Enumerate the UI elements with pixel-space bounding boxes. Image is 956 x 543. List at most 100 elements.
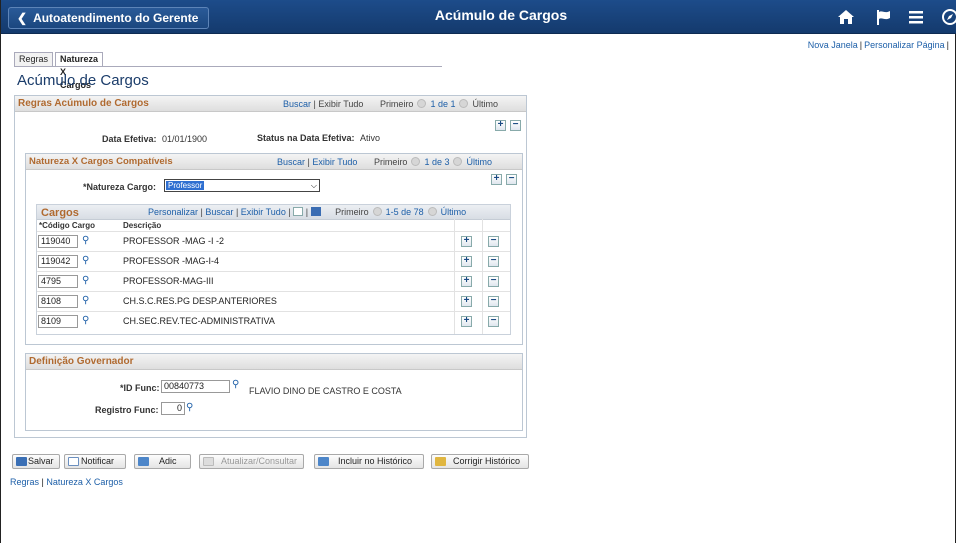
flag-icon[interactable] bbox=[874, 8, 892, 26]
effdt-value: 01/01/1900 bbox=[162, 134, 208, 144]
natureza-cargo-selected: Professor bbox=[166, 181, 205, 190]
save-icon bbox=[16, 457, 27, 466]
cargos-last-link[interactable]: Último bbox=[441, 207, 467, 217]
add-row-button[interactable]: + bbox=[461, 256, 472, 267]
status-value: Ativo bbox=[360, 133, 381, 143]
correct-history-icon bbox=[435, 457, 446, 466]
update-button-label: Atualizar/Consultar bbox=[221, 456, 298, 466]
regras-view-all[interactable]: Exibir Tudo bbox=[318, 99, 363, 109]
personalize-page-link[interactable]: Personalizar Página bbox=[864, 40, 945, 50]
natureza-view-all-link[interactable]: Exibir Tudo bbox=[312, 157, 357, 167]
include-history-button[interactable]: Incluir no Histórico bbox=[314, 454, 424, 469]
natureza-nav: Buscar | Exibir Tudo Primeiro 1 de 3 Últim… bbox=[277, 157, 492, 167]
top-banner: ❮ Autoatendimento do Gerente Acúmulo de C… bbox=[1, 0, 956, 34]
search-icon[interactable]: ⚲ bbox=[82, 255, 89, 266]
prev-icon[interactable] bbox=[411, 157, 421, 166]
governador-panel: Definição Governador *ID Func: 00840773 … bbox=[25, 353, 523, 431]
page-title: Acúmulo de Cargos bbox=[17, 72, 149, 89]
code-input[interactable]: 4795 bbox=[38, 275, 78, 288]
effdt-label: Data Efetiva: bbox=[102, 134, 157, 144]
download-spreadsheet-icon[interactable] bbox=[310, 207, 321, 216]
id-func-input[interactable]: 00840773 bbox=[161, 380, 230, 393]
separator: | bbox=[859, 40, 863, 50]
add-row-button[interactable]: + bbox=[461, 316, 472, 327]
back-button-label: Autoatendimento do Gerente bbox=[33, 11, 199, 25]
tab-underline bbox=[14, 66, 442, 67]
natureza-panel-title: Natureza X Cargos Compatíveis bbox=[29, 156, 173, 167]
id-func-label: *ID Func: bbox=[120, 383, 160, 393]
table-row: 4795 ⚲ PROFESSOR-MAG-III + − bbox=[37, 271, 510, 290]
add-row-button[interactable]: + bbox=[461, 296, 472, 307]
row-description: CH.SEC.REV.TEC-ADMINISTRATIVA bbox=[123, 316, 275, 326]
save-button[interactable]: Salvar bbox=[12, 454, 60, 469]
code-input[interactable]: 8109 bbox=[38, 315, 78, 328]
search-icon[interactable]: ⚲ bbox=[82, 315, 89, 326]
natureza-find-link[interactable]: Buscar bbox=[277, 157, 305, 167]
natureza-first-label: Primeiro bbox=[373, 157, 408, 167]
table-row: 8108 ⚲ CH.S.C.RES.PG DESP.ANTERIORES + − bbox=[37, 291, 510, 310]
separator: | bbox=[41, 477, 44, 487]
correct-history-button[interactable]: Corrigir Histórico bbox=[431, 454, 529, 469]
cargos-personalize-link[interactable]: Personalizar bbox=[148, 207, 198, 217]
search-icon[interactable]: ⚲ bbox=[82, 295, 89, 306]
cargos-view-all-link[interactable]: Exibir Tudo bbox=[241, 207, 286, 217]
code-input[interactable]: 119042 bbox=[38, 255, 78, 268]
search-icon[interactable]: ⚲ bbox=[82, 235, 89, 246]
governador-panel-title: Definição Governador bbox=[29, 356, 134, 367]
home-icon[interactable] bbox=[837, 8, 855, 26]
natureza-last-link[interactable]: Último bbox=[466, 157, 492, 167]
bottom-link-regras[interactable]: Regras bbox=[10, 477, 39, 487]
remove-row-button[interactable]: − bbox=[488, 296, 499, 307]
notify-button[interactable]: Notificar bbox=[64, 454, 126, 469]
cargos-find-link[interactable]: Buscar bbox=[205, 207, 233, 217]
notify-button-label: Notificar bbox=[81, 456, 115, 466]
search-icon[interactable]: ⚲ bbox=[82, 275, 89, 286]
tab-regras[interactable]: Regras bbox=[14, 52, 54, 67]
back-button[interactable]: ❮ Autoatendimento do Gerente bbox=[8, 7, 209, 29]
regras-find-link[interactable]: Buscar bbox=[283, 99, 311, 109]
add-row-button[interactable]: + bbox=[495, 120, 506, 131]
remove-row-button[interactable]: − bbox=[488, 236, 499, 247]
add-row-button[interactable]: + bbox=[491, 174, 502, 185]
prev-icon[interactable] bbox=[372, 207, 382, 216]
remove-row-button[interactable]: − bbox=[488, 276, 499, 287]
natureza-range: 1 de 3 bbox=[424, 157, 450, 167]
cargos-grid-header: Cargos Personalizar | Buscar | Exibir Tu… bbox=[37, 205, 510, 220]
tab-natureza-x-cargos[interactable]: Natureza X Cargos bbox=[55, 52, 104, 90]
table-row: 8109 ⚲ CH.SEC.REV.TEC-ADMINISTRATIVA + − bbox=[37, 311, 510, 330]
regras-first-label: Primeiro bbox=[379, 99, 414, 109]
next-icon[interactable] bbox=[453, 157, 463, 166]
search-icon[interactable]: ⚲ bbox=[232, 379, 239, 390]
registro-func-input[interactable]: 0 bbox=[161, 402, 185, 415]
search-icon[interactable]: ⚲ bbox=[186, 402, 193, 413]
status-label: Status na Data Efetiva: bbox=[257, 133, 355, 143]
remove-row-button[interactable]: − bbox=[488, 256, 499, 267]
menu-icon[interactable] bbox=[907, 8, 925, 26]
include-history-button-label: Incluir no Histórico bbox=[338, 456, 413, 466]
cargos-nav: Personalizar | Buscar | Exibir Tudo | | … bbox=[148, 207, 467, 217]
natureza-panel: Natureza X Cargos Compatíveis Buscar | E… bbox=[25, 153, 523, 345]
row-description: CH.S.C.RES.PG DESP.ANTERIORES bbox=[123, 296, 277, 306]
remove-row-button[interactable]: − bbox=[510, 120, 521, 131]
separator: | bbox=[946, 40, 949, 50]
bottom-link-natureza[interactable]: Natureza X Cargos bbox=[46, 477, 123, 487]
page-header-title: Acúmulo de Cargos bbox=[434, 7, 568, 23]
code-input[interactable]: 119040 bbox=[38, 235, 78, 248]
remove-row-button[interactable]: − bbox=[488, 316, 499, 327]
navbar-icon[interactable] bbox=[941, 8, 956, 26]
add-button[interactable]: Adic bbox=[134, 454, 191, 469]
natureza-cargo-select[interactable]: Professor ⌵ bbox=[164, 179, 320, 192]
code-input[interactable]: 8108 bbox=[38, 295, 78, 308]
next-icon[interactable] bbox=[427, 207, 437, 216]
update-display-button[interactable]: Atualizar/Consultar bbox=[199, 454, 304, 469]
prev-icon[interactable] bbox=[417, 99, 427, 108]
remove-row-button[interactable]: − bbox=[506, 174, 517, 185]
next-icon[interactable] bbox=[459, 99, 469, 108]
add-row-button[interactable]: + bbox=[461, 276, 472, 287]
regras-last-label: Último bbox=[472, 99, 498, 109]
chevron-down-icon: ⌵ bbox=[310, 181, 317, 190]
zoom-grid-icon[interactable] bbox=[293, 207, 304, 216]
add-row-button[interactable]: + bbox=[461, 236, 472, 247]
new-window-link[interactable]: Nova Janela bbox=[808, 40, 858, 50]
table-row: 119042 ⚲ PROFESSOR -MAG-I-4 + − bbox=[37, 251, 510, 270]
